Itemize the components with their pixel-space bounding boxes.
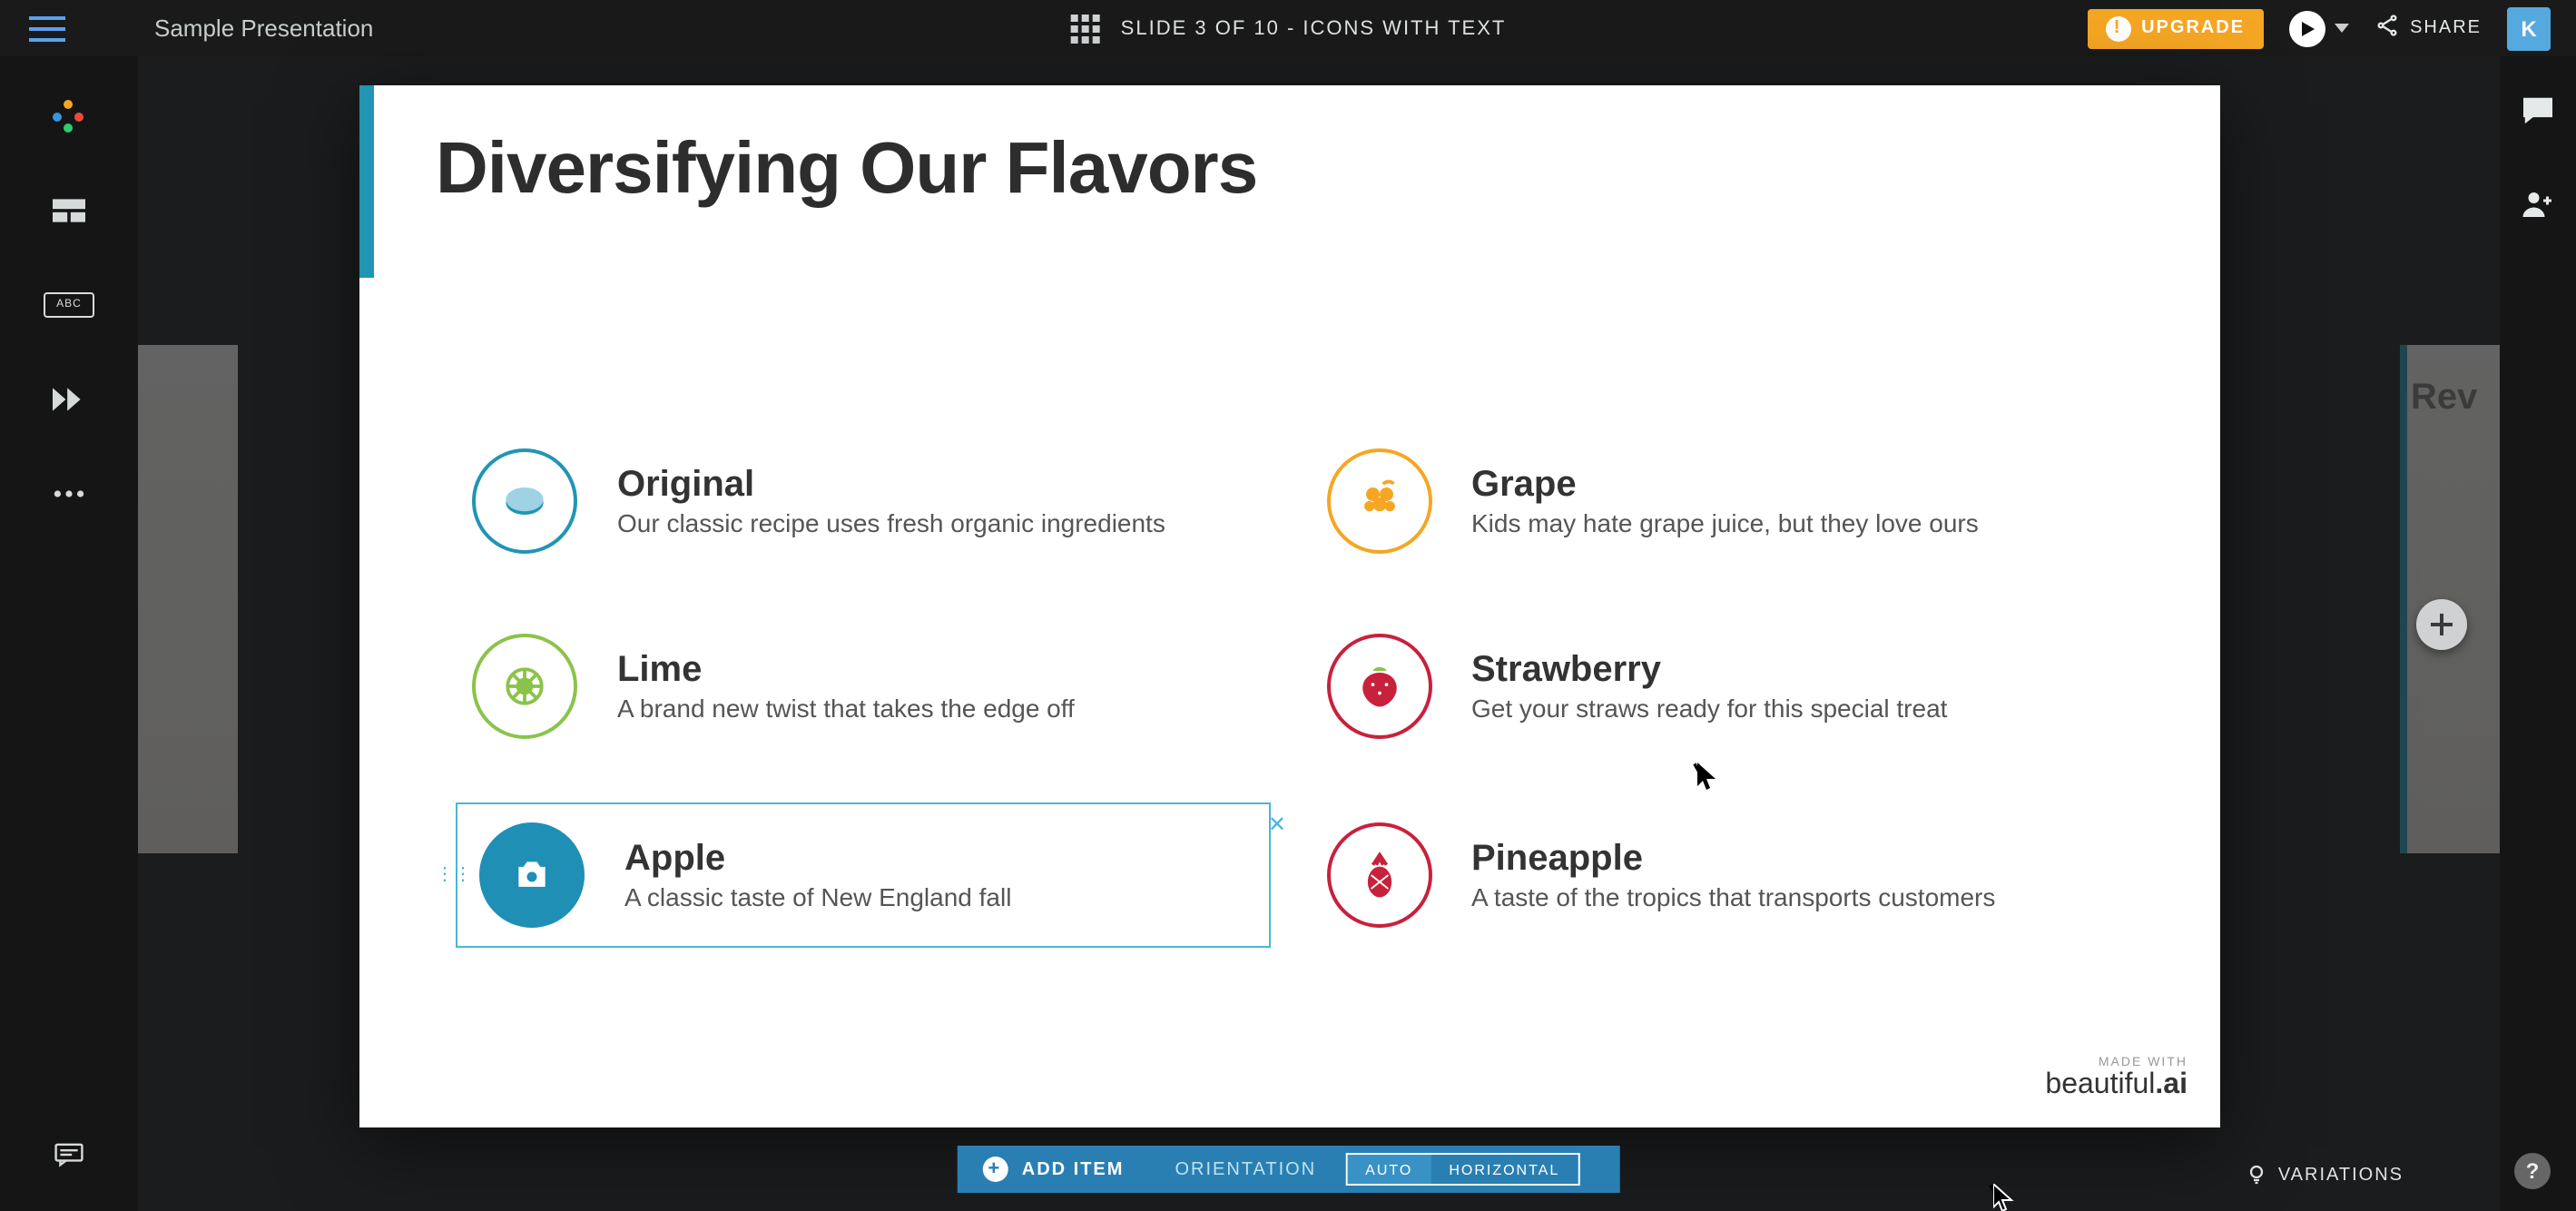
prev-slide-preview[interactable] bbox=[138, 345, 238, 853]
watermark: MADE WITH beautiful.ai bbox=[2045, 1057, 2188, 1102]
lime-icon bbox=[497, 659, 552, 714]
play-icon bbox=[2288, 10, 2325, 46]
slide-title[interactable]: Diversifying Our Flavors bbox=[436, 129, 1257, 211]
next-slide-title-frag: Rev bbox=[2411, 378, 2477, 419]
left-sidebar: ABC bbox=[0, 56, 138, 1211]
slide-indicator-text: SLIDE 3 OF 10 - ICONS WITH TEXT bbox=[1121, 17, 1507, 39]
lightbulb-icon bbox=[2246, 1164, 2267, 1186]
hamburger-icon bbox=[29, 15, 65, 41]
remove-item-button[interactable]: ✕ bbox=[1268, 812, 1286, 837]
item-title[interactable]: Original bbox=[617, 465, 1165, 505]
list-item[interactable]: Lime A brand new twist that takes the ed… bbox=[472, 634, 1254, 739]
animate-tool[interactable] bbox=[36, 376, 102, 423]
theme-dots-icon bbox=[53, 100, 85, 133]
slide-toolbar: + ADD ITEM ORIENTATION AUTO HORIZONTAL bbox=[957, 1146, 1620, 1193]
document-title[interactable]: Sample Presentation bbox=[154, 15, 373, 42]
watermark-small: MADE WITH bbox=[2045, 1057, 2188, 1069]
add-slide-button[interactable] bbox=[2416, 599, 2467, 650]
list-item[interactable]: Pineapple A taste of the tropics that tr… bbox=[1326, 819, 2108, 931]
item-title[interactable]: Grape bbox=[1471, 465, 1979, 505]
share-label: SHARE bbox=[2410, 18, 2482, 38]
grape-icon bbox=[1352, 474, 1406, 528]
person-add-icon bbox=[2522, 189, 2554, 218]
share-icon bbox=[2374, 13, 2399, 44]
item-icon-ring[interactable] bbox=[472, 448, 577, 554]
share-button[interactable]: SHARE bbox=[2374, 13, 2482, 44]
speaker-notes-button[interactable] bbox=[36, 1131, 102, 1178]
add-collaborator-button[interactable] bbox=[2522, 189, 2554, 227]
comment-icon bbox=[2522, 96, 2554, 125]
item-subtitle[interactable]: A brand new twist that takes the edge of… bbox=[617, 694, 1075, 723]
notes-icon bbox=[54, 1142, 84, 1167]
layout-tool[interactable] bbox=[36, 187, 102, 234]
more-horizontal-icon bbox=[53, 481, 85, 507]
comments-button[interactable] bbox=[2522, 96, 2554, 134]
fast-forward-icon bbox=[53, 387, 85, 412]
slide-canvas[interactable]: Diversifying Our Flavors Original Our cl… bbox=[359, 85, 2220, 1127]
camera-icon bbox=[512, 855, 552, 895]
item-subtitle[interactable]: Kids may hate grape juice, but they love… bbox=[1471, 508, 1979, 537]
orientation-label: ORIENTATION bbox=[1175, 1159, 1316, 1179]
item-subtitle[interactable]: Get your straws ready for this special t… bbox=[1471, 694, 1947, 723]
slide-grid-icon[interactable] bbox=[1070, 14, 1099, 43]
slide-indicator-group[interactable]: SLIDE 3 OF 10 - ICONS WITH TEXT bbox=[1070, 14, 1507, 43]
item-subtitle[interactable]: A taste of the tropics that transports c… bbox=[1471, 882, 1995, 911]
watermark-brand-b: .ai bbox=[2155, 1069, 2188, 1100]
item-icon-ring[interactable] bbox=[1326, 822, 1431, 928]
upgrade-badge-icon: ! bbox=[2105, 15, 2130, 41]
list-item-selected[interactable]: ⋮⋮ ✕ Apple A classic taste of New Englan… bbox=[472, 819, 1254, 931]
next-slide-preview[interactable]: Rev bbox=[2400, 345, 2500, 853]
item-icon-ring[interactable] bbox=[1326, 634, 1431, 739]
pineapple-icon bbox=[1352, 848, 1406, 902]
abc-icon: ABC bbox=[44, 292, 94, 318]
right-sidebar bbox=[2500, 56, 2576, 1211]
item-icon-placeholder[interactable] bbox=[479, 822, 585, 928]
add-item-label: ADD ITEM bbox=[1022, 1159, 1125, 1179]
item-title[interactable]: Strawberry bbox=[1471, 650, 1947, 690]
orientation-auto-button[interactable]: AUTO bbox=[1347, 1155, 1431, 1184]
chevron-down-icon bbox=[2334, 24, 2348, 33]
plus-circle-icon: + bbox=[982, 1157, 1008, 1182]
item-title[interactable]: Lime bbox=[617, 650, 1075, 690]
item-subtitle[interactable]: Our classic recipe uses fresh organic in… bbox=[617, 508, 1165, 537]
item-title[interactable]: Apple bbox=[624, 839, 1011, 879]
lemon-icon bbox=[497, 474, 552, 528]
strawberry-icon bbox=[1352, 659, 1406, 714]
upgrade-label: UPGRADE bbox=[2141, 18, 2245, 38]
more-tool[interactable] bbox=[36, 470, 102, 517]
slide-accent-bar bbox=[359, 85, 374, 278]
text-tool[interactable]: ABC bbox=[36, 281, 102, 329]
layout-icon bbox=[53, 198, 85, 223]
list-item[interactable]: Strawberry Get your straws ready for thi… bbox=[1326, 634, 2108, 739]
orientation-toggle: AUTO HORIZONTAL bbox=[1345, 1153, 1579, 1186]
orientation-group: ORIENTATION AUTO HORIZONTAL bbox=[1149, 1146, 1619, 1193]
item-icon-ring[interactable] bbox=[472, 634, 577, 739]
help-button[interactable]: ? bbox=[2514, 1153, 2551, 1189]
watermark-brand-a: beautiful bbox=[2045, 1069, 2155, 1100]
user-avatar[interactable]: K bbox=[2507, 6, 2551, 50]
add-item-button[interactable]: + ADD ITEM bbox=[957, 1146, 1150, 1193]
top-bar: Sample Presentation SLIDE 3 OF 10 - ICON… bbox=[0, 0, 2576, 56]
orientation-horizontal-button[interactable]: HORIZONTAL bbox=[1431, 1155, 1578, 1184]
item-icon-ring[interactable] bbox=[1326, 448, 1431, 554]
plus-icon bbox=[2429, 612, 2454, 637]
icon-text-grid: Original Our classic recipe uses fresh o… bbox=[472, 448, 2108, 931]
item-subtitle[interactable]: A classic taste of New England fall bbox=[624, 882, 1011, 911]
menu-button[interactable] bbox=[0, 15, 154, 41]
variations-label: VARIATIONS bbox=[2278, 1165, 2404, 1185]
upgrade-button[interactable]: ! UPGRADE bbox=[2087, 8, 2263, 48]
list-item[interactable]: Grape Kids may hate grape juice, but the… bbox=[1326, 448, 2108, 554]
list-item[interactable]: Original Our classic recipe uses fresh o… bbox=[472, 448, 1254, 554]
variations-button[interactable]: VARIATIONS bbox=[2246, 1164, 2404, 1186]
item-title[interactable]: Pineapple bbox=[1471, 839, 1995, 879]
drag-handle-icon[interactable]: ⋮⋮ bbox=[436, 865, 472, 885]
present-button[interactable] bbox=[2288, 10, 2348, 46]
theme-tool[interactable] bbox=[36, 93, 102, 140]
